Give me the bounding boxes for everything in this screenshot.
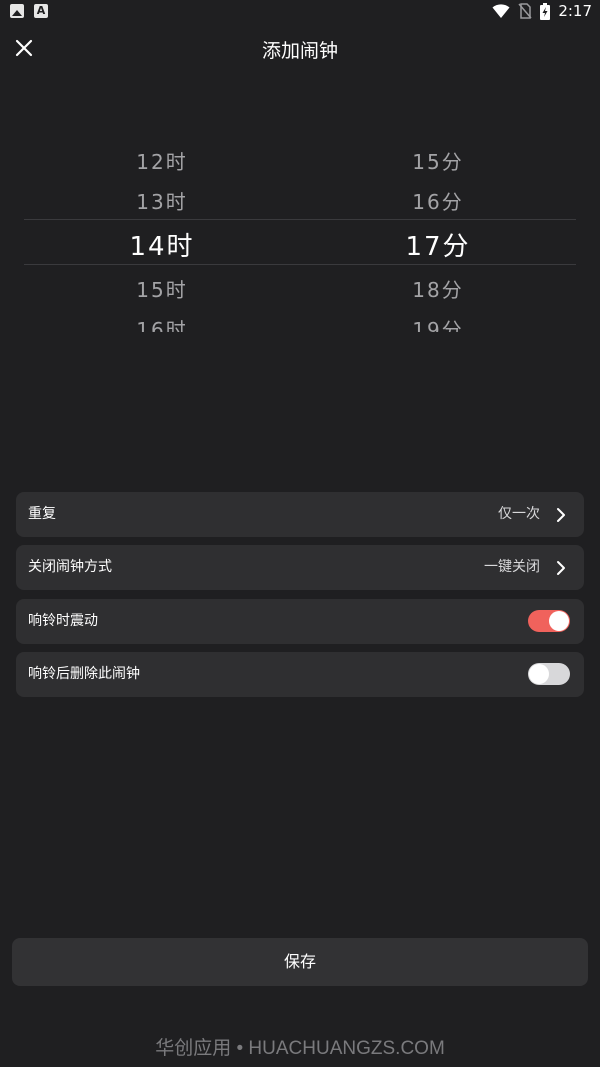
toggle-knob xyxy=(529,664,549,684)
status-time: 2:17 xyxy=(558,2,592,20)
header: 添加闹钟 xyxy=(0,24,600,74)
notification-icons: A xyxy=(10,4,48,18)
hour-item[interactable]: 15时 xyxy=(24,274,300,303)
dismiss-method-row[interactable]: 关闭闹钟方式 一键关闭 xyxy=(16,545,584,590)
battery-charging-icon xyxy=(540,2,551,20)
repeat-value: 仅一次 xyxy=(498,506,540,522)
chevron-right-icon xyxy=(557,508,565,522)
page-title: 添加闹钟 xyxy=(261,40,338,62)
minute-item-selected[interactable]: 17分 xyxy=(300,226,576,263)
minute-item[interactable]: 15分 xyxy=(300,146,576,175)
wifi-icon xyxy=(492,4,510,18)
hour-wheel[interactable]: 12时 13时 14时 15时 16时 xyxy=(24,140,300,332)
delete-after-ring-row: 响铃后删除此闹钟 xyxy=(16,652,584,697)
hour-item[interactable]: 16时 xyxy=(24,314,300,332)
add-alarm-screen: A 2:17 添加闹钟 12时 13时 14时 15时 16时 15分 16分 … xyxy=(0,0,600,1067)
vibrate-row: 响铃时震动 xyxy=(16,599,584,644)
watermark: 华创应用 • HUACHUANGZS.COM xyxy=(155,1038,445,1059)
delete-after-ring-label: 响铃后删除此闹钟 xyxy=(28,666,140,682)
hour-item-selected[interactable]: 14时 xyxy=(24,226,300,263)
chevron-right-icon xyxy=(557,561,565,575)
no-sim-icon xyxy=(518,3,532,19)
vibrate-toggle[interactable] xyxy=(528,610,570,632)
dismiss-method-value: 一键关闭 xyxy=(484,559,540,575)
status-bar: A 2:17 xyxy=(0,0,600,24)
minute-item[interactable]: 18分 xyxy=(300,274,576,303)
a-notification-icon: A xyxy=(34,4,48,18)
vibrate-label: 响铃时震动 xyxy=(28,613,98,629)
hour-item[interactable]: 12时 xyxy=(24,146,300,175)
save-button[interactable]: 保存 xyxy=(12,938,588,986)
repeat-label: 重复 xyxy=(28,506,56,522)
delete-after-ring-toggle[interactable] xyxy=(528,663,570,685)
hour-item[interactable]: 13时 xyxy=(24,186,300,215)
minute-item[interactable]: 19分 xyxy=(300,314,576,332)
image-notification-icon xyxy=(10,4,24,18)
minute-item[interactable]: 16分 xyxy=(300,186,576,215)
system-icons: 2:17 xyxy=(492,2,592,20)
dismiss-method-label: 关闭闹钟方式 xyxy=(28,559,112,575)
toggle-knob xyxy=(549,611,569,631)
minute-wheel[interactable]: 15分 16分 17分 18分 19分 xyxy=(300,140,576,332)
time-picker[interactable]: 12时 13时 14时 15时 16时 15分 16分 17分 18分 19分 xyxy=(24,140,576,332)
repeat-row[interactable]: 重复 仅一次 xyxy=(16,492,584,537)
